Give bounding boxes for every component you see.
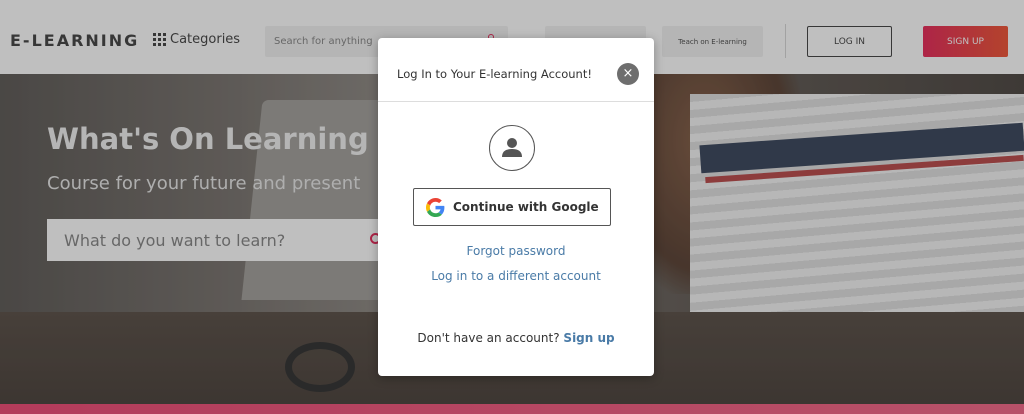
modal-title: Log In to Your E-learning Account! bbox=[397, 67, 592, 81]
close-icon[interactable]: × bbox=[617, 63, 639, 85]
login-modal: Log In to Your E-learning Account! × Con… bbox=[378, 38, 654, 376]
no-account-text: Don't have an account? bbox=[417, 331, 560, 345]
signup-prompt: Don't have an account? Sign up bbox=[378, 331, 654, 345]
modal-divider bbox=[378, 101, 654, 102]
google-button-label: Continue with Google bbox=[453, 200, 599, 214]
google-g-icon bbox=[426, 198, 445, 221]
modal-signup-link[interactable]: Sign up bbox=[563, 331, 614, 345]
continue-with-google-button[interactable]: Continue with Google bbox=[413, 188, 611, 226]
forgot-password-link[interactable]: Forgot password bbox=[378, 244, 654, 258]
different-account-link[interactable]: Log in to a different account bbox=[378, 269, 654, 283]
user-icon bbox=[489, 125, 535, 171]
